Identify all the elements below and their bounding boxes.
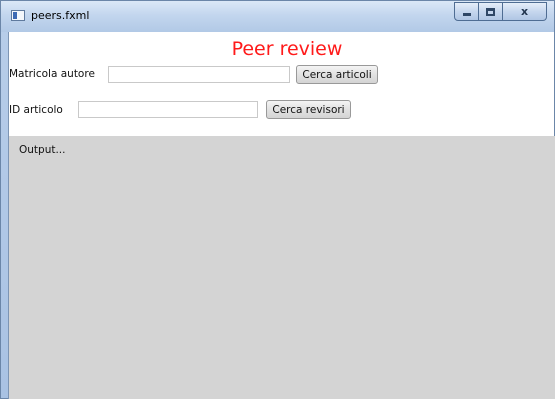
maximize-button[interactable] [479,2,503,21]
maximize-icon [486,7,495,16]
search-articles-button[interactable]: Cerca articoli [296,65,378,84]
page-title: Peer review [231,38,343,60]
app-window: peers.fxml x Peer review Matricola autor… [0,0,555,399]
author-id-label: Matricola autore [9,68,95,80]
close-button[interactable]: x [503,2,547,21]
title-bar[interactable]: peers.fxml x [1,1,554,32]
window-controls: x [454,2,547,21]
output-text: Output... [19,144,66,156]
minimize-icon [462,13,471,16]
search-reviewers-button[interactable]: Cerca revisori [266,100,351,119]
author-id-input[interactable] [108,66,290,83]
article-id-input[interactable] [78,101,258,118]
window-title: peers.fxml [31,9,90,22]
close-icon: x [520,5,529,18]
minimize-button[interactable] [454,2,479,21]
output-area[interactable]: Output... [9,136,555,399]
client-area: Peer review Matricola autore Cerca artic… [8,32,555,399]
article-id-label: ID articolo [9,104,63,116]
app-icon [11,10,25,21]
